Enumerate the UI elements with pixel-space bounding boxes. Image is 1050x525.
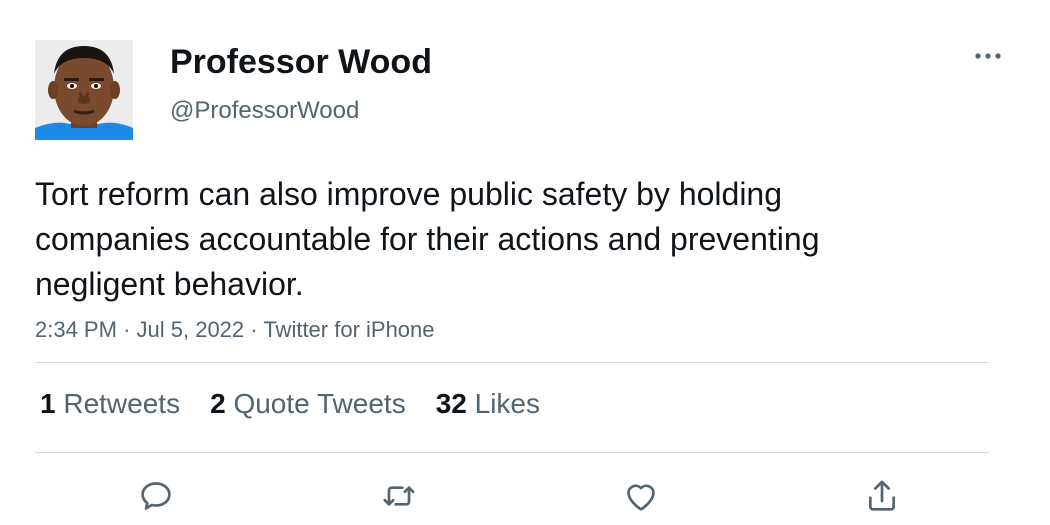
tweet-text: Tort reform can also improve public safe… [35, 176, 820, 302]
profile-photo-icon [35, 40, 133, 140]
reply-icon[interactable] [136, 476, 176, 516]
meta-separator: · [123, 317, 131, 342]
retweets-label: Retweets [63, 388, 181, 419]
retweet-icon[interactable] [379, 476, 419, 516]
like-icon[interactable] [621, 476, 661, 516]
divider [35, 452, 989, 453]
quote-tweets-label: Quote Tweets [233, 388, 406, 419]
tweet-source[interactable]: Twitter for iPhone [263, 317, 434, 342]
quote-tweets-stat[interactable]: 2 Quote Tweets [210, 388, 406, 420]
divider [35, 362, 989, 363]
tweet-time[interactable]: 2:34 PM [35, 317, 117, 342]
retweets-count: 1 [40, 388, 56, 419]
tweet-meta: 2:34 PM · Jul 5, 2022 · Twitter for iPho… [35, 317, 435, 343]
tweet-stats: 1 Retweets 2 Quote Tweets 32 Likes [40, 388, 540, 420]
likes-stat[interactable]: 32 Likes [436, 388, 540, 420]
share-icon[interactable] [862, 476, 902, 516]
avatar[interactable] [35, 40, 133, 140]
quote-tweets-count: 2 [210, 388, 226, 419]
tweet-date[interactable]: Jul 5, 2022 [137, 317, 245, 342]
user-handle[interactable]: @ProfessorWood [170, 97, 359, 125]
likes-count: 32 [435, 388, 467, 419]
retweets-stat[interactable]: 1 Retweets [40, 388, 180, 420]
meta-separator: · [250, 317, 258, 342]
display-name[interactable]: Professor Wood [170, 43, 432, 82]
likes-label: Likes [474, 388, 541, 419]
more-options-icon[interactable] [970, 44, 1006, 68]
